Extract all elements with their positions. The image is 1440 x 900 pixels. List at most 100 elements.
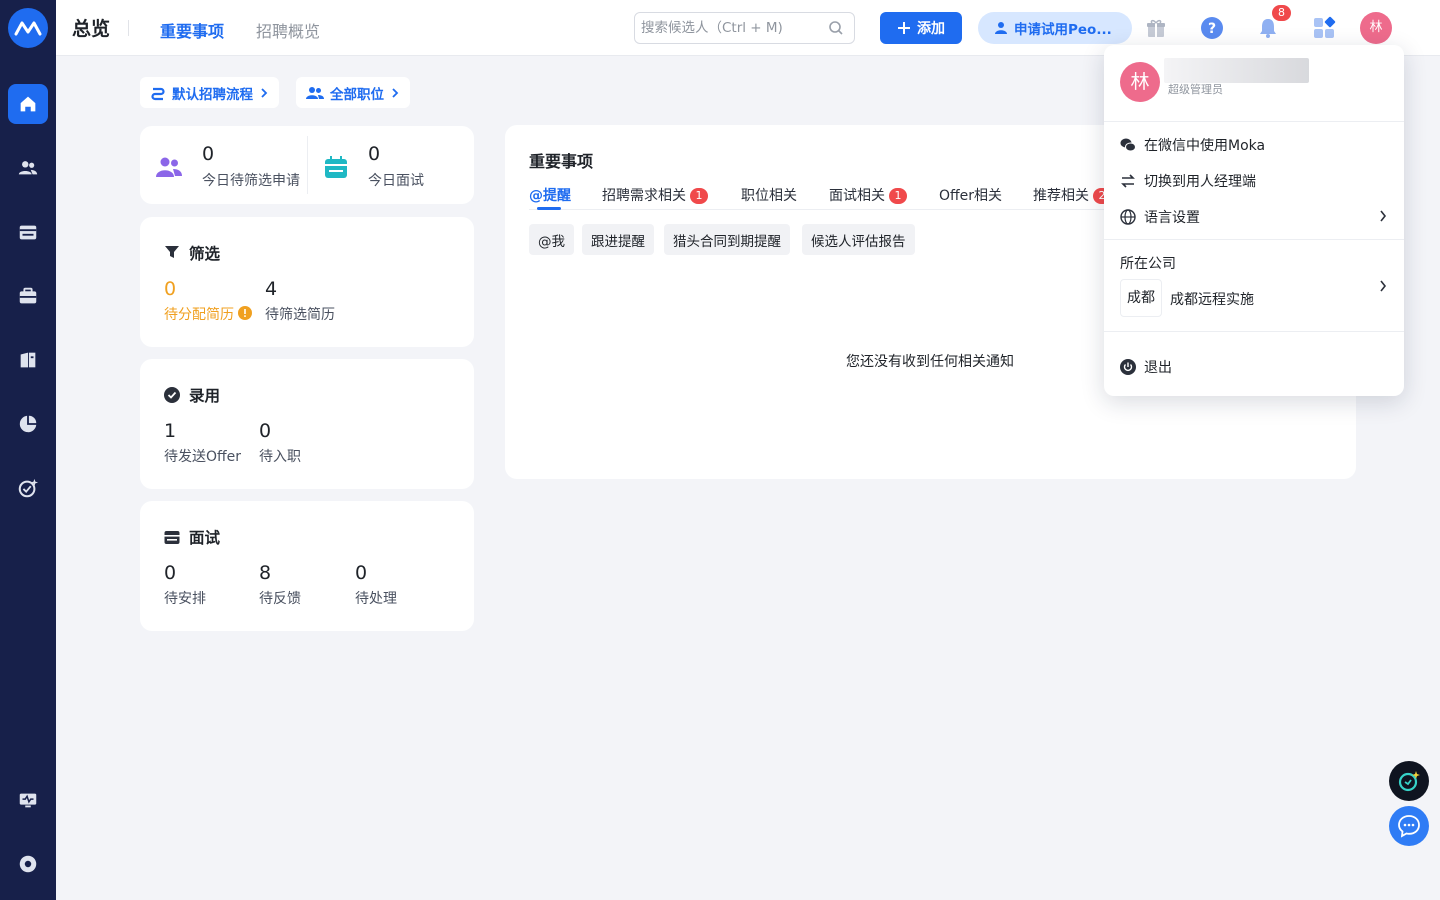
interview-feedback-value[interactable]: 8	[259, 562, 271, 584]
today-screen-value[interactable]: 0	[202, 143, 214, 165]
hiring-offer-value[interactable]: 1	[164, 420, 176, 442]
warning-info-icon[interactable]	[238, 306, 252, 320]
add-button-label: 添加	[917, 21, 945, 37]
hiring-onboard-label: 待入职	[259, 449, 301, 465]
dropdown-divider	[1104, 121, 1404, 122]
nav-monitor-icon[interactable]	[8, 780, 48, 820]
ptab-interviews[interactable]: 面试相关 1	[829, 185, 907, 205]
ai-assistant-icon	[1398, 771, 1420, 792]
ptab-mentions-label: @提醒	[529, 188, 571, 204]
ptab-referral-label: 推荐相关	[1033, 188, 1089, 204]
trial-button[interactable]: 申请试用Peo...	[978, 12, 1132, 44]
menu-wechat[interactable]: 在微信中使用Moka	[1120, 135, 1265, 155]
tab-important[interactable]: 重要事项	[160, 18, 224, 42]
search-icon[interactable]	[828, 20, 844, 36]
screening-pending-value[interactable]: 4	[265, 278, 277, 300]
interview-process-value[interactable]: 0	[355, 562, 367, 584]
chevron-right-icon	[392, 87, 399, 98]
nav-calendar-icon[interactable]	[8, 212, 48, 252]
subtab-follow-up[interactable]: 跟进提醒	[582, 224, 654, 255]
user-dropdown-menu: 林 超级管理员 在微信中使用Moka 切换到用人经理端 语言设置 所在公司 成都…	[1104, 45, 1404, 396]
ptab-requirements-label: 招聘需求相关	[602, 188, 686, 204]
interview-feedback-label: 待反馈	[259, 591, 301, 607]
wechat-icon	[1120, 138, 1136, 152]
ptab-jobs[interactable]: 职位相关	[741, 185, 797, 205]
apps-grid-icon[interactable]	[1310, 14, 1338, 42]
chevron-right-icon	[261, 87, 268, 98]
add-button[interactable]: 添加	[880, 12, 962, 44]
chevron-right-icon	[1380, 210, 1387, 222]
power-icon	[1120, 359, 1136, 375]
nav-ai-icon[interactable]	[8, 468, 48, 508]
interview-schedule-value[interactable]: 0	[164, 562, 176, 584]
nav-candidates-icon[interactable]	[8, 148, 48, 188]
tabs-divider	[529, 209, 1104, 210]
chat-support-button[interactable]	[1389, 806, 1429, 846]
ptab-offer[interactable]: Offer相关	[939, 185, 1002, 205]
company-name[interactable]: 成都远程实施	[1170, 289, 1254, 309]
help-icon[interactable]: ?	[1198, 14, 1226, 42]
active-tab-indicator	[537, 207, 561, 210]
search-input[interactable]: 搜索候选人（Ctrl + M)	[634, 12, 855, 44]
svg-text:?: ?	[1208, 21, 1216, 37]
moka-logo-icon[interactable]	[8, 8, 48, 48]
menu-wechat-label: 在微信中使用Moka	[1144, 138, 1266, 154]
chip-recruit-flow[interactable]: 默认招聘流程	[140, 77, 279, 108]
menu-language-label: 语言设置	[1144, 210, 1200, 226]
menu-logout-label: 退出	[1144, 360, 1172, 376]
filter-icon	[165, 246, 179, 258]
tab-overview[interactable]: 招聘概览	[256, 18, 320, 42]
gift-icon[interactable]	[1142, 14, 1170, 42]
company-tag: 成都	[1120, 279, 1162, 317]
user-icon	[995, 22, 1007, 34]
subtab-evaluation-report[interactable]: 候选人评估报告	[802, 224, 915, 255]
today-divider	[307, 136, 308, 194]
dropdown-avatar: 林	[1120, 62, 1160, 102]
today-card: 0 今日待筛选申请 0 今日面试	[140, 126, 474, 204]
empty-state-text: 您还没有收到任何相关通知	[846, 354, 1014, 370]
nav-report-icon[interactable]	[8, 404, 48, 444]
important-title: 重要事项	[529, 152, 594, 171]
candidates-icon	[156, 157, 182, 177]
chip-all-jobs-label: 全部职位	[330, 86, 384, 103]
nav-talent-pool-icon[interactable]	[8, 340, 48, 380]
menu-language[interactable]: 语言设置	[1120, 207, 1200, 227]
sidebar	[0, 0, 56, 900]
interview-process-label: 待处理	[355, 591, 397, 607]
screening-unassigned-value[interactable]: 0	[164, 278, 176, 300]
nav-home-icon[interactable]	[8, 84, 48, 124]
hiring-onboard-value[interactable]: 0	[259, 420, 271, 442]
today-interview-label: 今日面试	[368, 173, 424, 189]
user-avatar[interactable]: 林	[1360, 12, 1392, 44]
ptab-referral[interactable]: 推荐相关 2	[1033, 185, 1111, 205]
chip-all-jobs[interactable]: 全部职位	[296, 77, 410, 108]
chevron-right-icon[interactable]	[1378, 279, 1388, 293]
ptab-requirements[interactable]: 招聘需求相关 1	[602, 185, 708, 205]
chat-bubble-icon	[1398, 815, 1420, 838]
menu-switch-manager-label: 切换到用人经理端	[1144, 174, 1256, 190]
page-title: 总览	[72, 18, 111, 40]
interview-calendar-icon	[164, 531, 180, 544]
ptab-jobs-label: 职位相关	[741, 188, 797, 204]
ai-assistant-button[interactable]	[1389, 761, 1429, 801]
today-screen-label: 今日待筛选申请	[202, 173, 300, 189]
plus-icon	[898, 22, 910, 34]
menu-switch-manager[interactable]: 切换到用人经理端	[1120, 171, 1256, 191]
screening-card: 筛选 0 待分配简历 4 待筛选简历	[140, 217, 474, 347]
subtab-at-me[interactable]: @我	[529, 224, 574, 255]
screening-unassigned-label: 待分配简历	[164, 307, 234, 323]
calendar-icon	[325, 156, 347, 178]
ptab-requirements-badge: 1	[690, 188, 708, 204]
hiring-card: 录用 1 待发送Offer 0 待入职	[140, 359, 474, 489]
nav-jobs-icon[interactable]	[8, 276, 48, 316]
ptab-mentions[interactable]: @提醒	[529, 185, 571, 205]
nav-settings-icon[interactable]	[8, 844, 48, 884]
today-interview-value[interactable]: 0	[368, 143, 380, 165]
hiring-title: 录用	[189, 387, 221, 405]
menu-logout[interactable]: 退出	[1120, 357, 1172, 377]
subtab-headhunter-contract[interactable]: 猎头合同到期提醒	[664, 224, 790, 255]
ptab-interviews-label: 面试相关	[829, 188, 885, 204]
user-role: 超级管理员	[1168, 83, 1223, 96]
company-heading: 所在公司	[1120, 256, 1176, 272]
header-divider	[128, 20, 129, 36]
